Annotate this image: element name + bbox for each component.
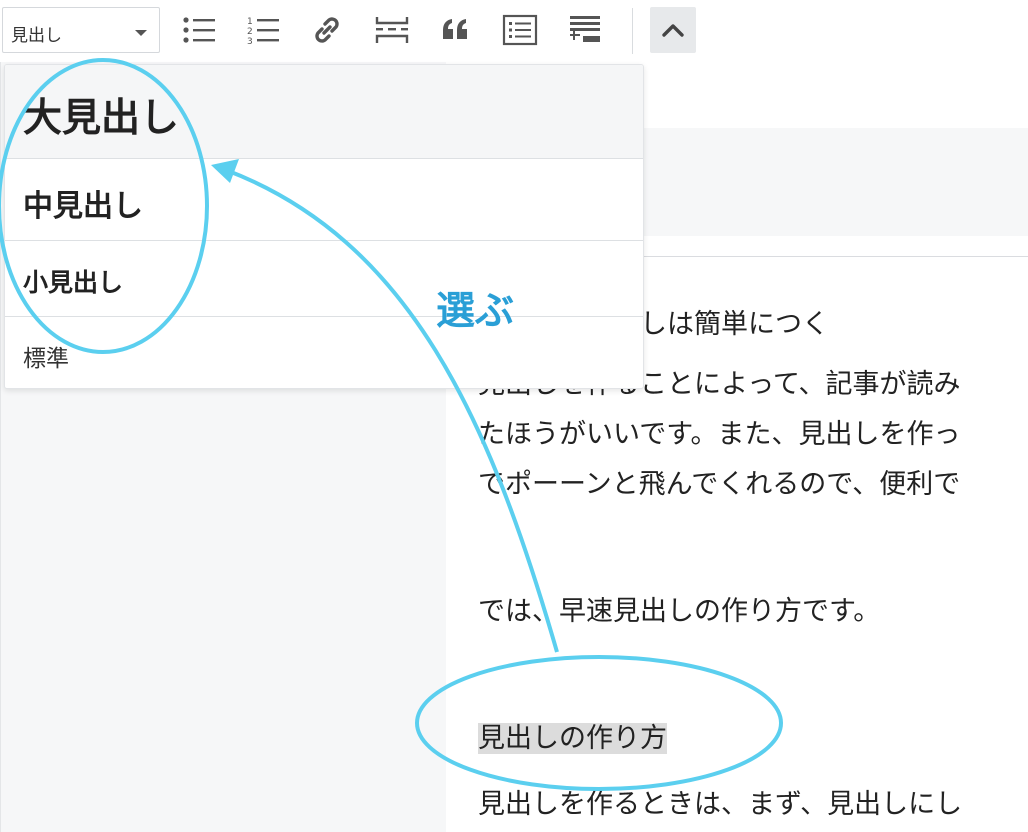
- format-option-large-heading[interactable]: 大見出し: [5, 65, 643, 159]
- bulleted-list-icon: [183, 17, 215, 43]
- read-more-icon: [375, 17, 409, 43]
- table-of-contents-icon: [502, 14, 538, 46]
- format-dropdown-menu: 大見出し 中見出し 小見出し 標準: [4, 64, 644, 389]
- bulleted-list-button[interactable]: [177, 8, 221, 52]
- option-label: 大見出し: [23, 96, 180, 141]
- svg-text:1: 1: [247, 17, 253, 27]
- highlighted-text: 見出しの作り方: [478, 723, 667, 754]
- editor-toolbar: 見出し 1 2 3: [0, 0, 1028, 62]
- annotation-label: 選ぶ: [436, 289, 515, 334]
- toolbar-toggle-icon: [570, 16, 600, 42]
- format-select-value: 見出し: [11, 26, 62, 46]
- link-icon: [315, 17, 339, 43]
- blockquote-button[interactable]: [434, 8, 478, 52]
- numbered-list-button[interactable]: 1 2 3: [241, 8, 285, 52]
- option-label: 標準: [23, 346, 69, 372]
- link-button[interactable]: [305, 8, 349, 52]
- svg-text:2: 2: [247, 27, 253, 37]
- collapse-toolbar-button[interactable]: [650, 7, 696, 53]
- read-more-button[interactable]: [370, 8, 414, 52]
- table-of-contents-button[interactable]: [498, 8, 542, 52]
- numbered-list-icon: 1 2 3: [247, 17, 279, 45]
- paragraph-line: 見出しを作るときは、まず、見出しにし: [478, 789, 963, 820]
- paragraph-line: では、早速見出しの作り方です。: [478, 596, 881, 627]
- option-label: 小見出し: [23, 268, 124, 297]
- format-option-standard[interactable]: 標準: [5, 317, 643, 388]
- format-option-medium-heading[interactable]: 中見出し: [5, 159, 643, 241]
- toolbar-toggle-button[interactable]: [563, 8, 607, 52]
- chevron-up-icon: [662, 24, 684, 37]
- chevron-down-icon: [135, 30, 147, 36]
- blockquote-icon: [443, 19, 467, 39]
- svg-text:3: 3: [247, 37, 253, 45]
- selected-heading-text[interactable]: 見出しの作り方: [478, 716, 667, 755]
- editor-header-band: [644, 128, 1028, 236]
- format-select[interactable]: 見出し: [2, 7, 160, 53]
- toolbar-separator: [632, 8, 633, 54]
- paragraph-line: たほうがいいです。また、見出しを作っ: [478, 419, 961, 450]
- format-option-small-heading[interactable]: 小見出し: [5, 241, 643, 317]
- option-label: 中見出し: [23, 189, 143, 224]
- paragraph-line: でポーーンと飛んでくれるので、便利で: [478, 469, 961, 500]
